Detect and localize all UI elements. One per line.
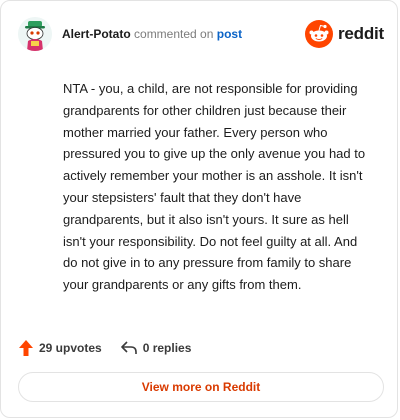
view-more-button[interactable]: View more on Reddit [18, 372, 384, 402]
replies-button[interactable]: 0 replies [120, 341, 192, 355]
upvote-arrow-icon [19, 340, 33, 356]
reddit-wordmark: reddit [337, 24, 384, 43]
user-avatar[interactable] [18, 17, 52, 51]
comment-byline: Alert-Potato commented on post [62, 26, 242, 42]
action-text: commented on [134, 27, 214, 41]
comment-embed-card: Alert-Potato commented on post reddit NT… [0, 0, 398, 418]
post-link[interactable]: post [217, 27, 242, 41]
comment-actions: 29 upvotes 0 replies [19, 337, 191, 359]
reply-arrow-icon [120, 341, 137, 354]
comment-body: NTA - you, a child, are not responsible … [63, 81, 366, 293]
username-link[interactable]: Alert-Potato [62, 27, 131, 41]
comment-header: Alert-Potato commented on post reddit [18, 17, 384, 53]
upvote-count: 29 upvotes [39, 341, 102, 355]
reddit-brand[interactable]: reddit [304, 20, 384, 48]
snoo-avatar-icon [18, 17, 52, 51]
reply-count: 0 replies [142, 341, 192, 355]
reddit-logo-icon [304, 20, 333, 48]
upvote-button[interactable]: 29 upvotes [19, 340, 102, 356]
